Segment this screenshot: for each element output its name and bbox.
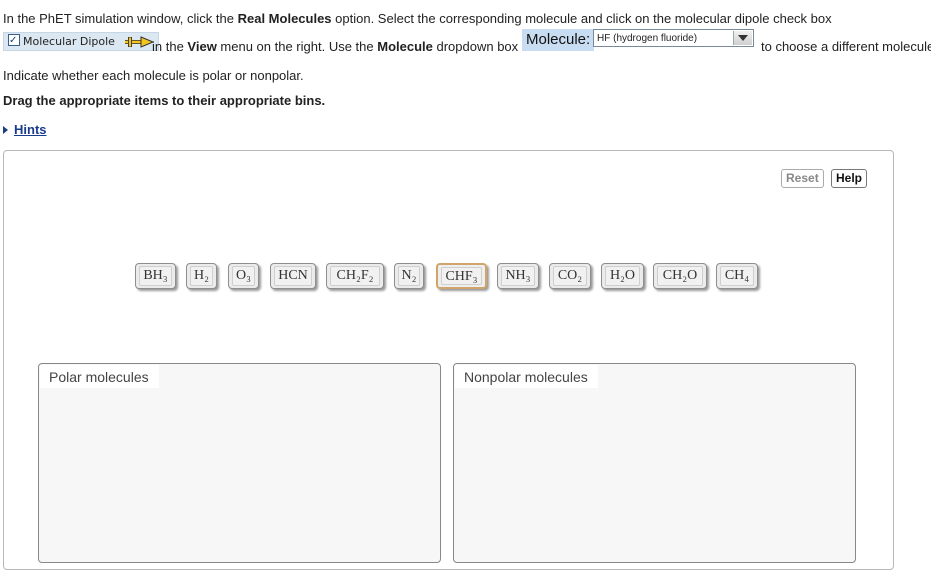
expand-triangle-icon bbox=[3, 126, 8, 134]
indicate-instruction: Indicate whether each molecule is polar … bbox=[3, 68, 304, 83]
help-button[interactable]: Help bbox=[831, 169, 868, 188]
tile-label: NH₃ bbox=[505, 268, 531, 283]
instruction-text: dropdown box bbox=[432, 39, 519, 54]
hints-link[interactable]: Hints bbox=[14, 122, 47, 137]
molecule-tile-ch4[interactable]: CH₄ bbox=[716, 263, 758, 289]
molecule-tile-h2[interactable]: H₂ bbox=[186, 263, 217, 289]
instruction-text: In the PhET simulation window, click the bbox=[3, 11, 238, 26]
tile-label: BH₃ bbox=[143, 268, 168, 283]
molecule-tile-h2o[interactable]: H₂O bbox=[601, 263, 644, 289]
instruction-line-1: In the PhET simulation window, click the… bbox=[3, 11, 832, 26]
real-molecules-emphasis: Real Molecules bbox=[237, 11, 332, 26]
nonpolar-molecules-bin[interactable]: Nonpolar molecules bbox=[453, 363, 856, 563]
polar-molecules-bin[interactable]: Polar molecules bbox=[38, 363, 441, 563]
tile-label: H₂ bbox=[194, 268, 209, 283]
hints-toggle[interactable]: Hints bbox=[3, 122, 47, 137]
molecule-tile-nh3[interactable]: NH₃ bbox=[497, 263, 539, 289]
molecular-dipole-label: Molecular Dipole bbox=[23, 35, 115, 48]
molecule-label-image: Molecule: bbox=[522, 29, 595, 51]
tile-label: O₃ bbox=[236, 268, 251, 283]
reset-button[interactable]: Reset bbox=[781, 169, 824, 188]
instruction-text: option. Select the corresponding molecul… bbox=[331, 11, 832, 26]
molecule-tile-ch2o[interactable]: CH₂O bbox=[653, 263, 707, 289]
molecular-dipole-checkbox-image: Molecular Dipole bbox=[3, 32, 160, 51]
tile-label: CH₂F₂ bbox=[336, 268, 374, 283]
bin-title: Nonpolar molecules bbox=[455, 365, 598, 388]
tile-label: H₂O bbox=[609, 268, 636, 283]
tile-label: CHF₃ bbox=[445, 269, 478, 284]
molecule-selected-value: HF (hydrogen fluoride) bbox=[597, 33, 698, 44]
dropdown-arrow-icon bbox=[733, 31, 752, 45]
molecule-tile-ch2f2[interactable]: CH₂F₂ bbox=[326, 263, 384, 289]
molecule-tile-o3[interactable]: O₃ bbox=[228, 263, 259, 289]
molecule-tile-hcn[interactable]: HCN bbox=[270, 263, 316, 289]
molecule-tile-co2[interactable]: CO₂ bbox=[549, 263, 591, 289]
molecule-tile-chf3[interactable]: CHF₃ bbox=[436, 263, 487, 289]
tile-label: CH₄ bbox=[724, 268, 750, 283]
checkbox-checked-icon bbox=[8, 32, 20, 49]
tile-label: CH₂O bbox=[662, 268, 698, 283]
molecule-dropdown-image: HF (hydrogen fluoride) bbox=[593, 29, 754, 47]
bin-title: Polar molecules bbox=[40, 365, 159, 388]
molecule-tile-bh3[interactable]: BH₃ bbox=[135, 263, 176, 289]
tile-label: N₂ bbox=[401, 268, 417, 283]
molecule-emphasis: Molecule bbox=[377, 39, 433, 54]
tile-label: CO₂ bbox=[557, 268, 583, 283]
instruction-line-2-end: to choose a different molecule bbox=[761, 39, 931, 54]
instruction-text: in the bbox=[152, 39, 188, 54]
view-menu-emphasis: View bbox=[187, 39, 217, 54]
instruction-text: menu on the right. Use the bbox=[216, 39, 378, 54]
instruction-line-2: in the View menu on the right. Use the M… bbox=[152, 39, 518, 54]
tile-label: HCN bbox=[278, 268, 308, 283]
molecule-tile-n2[interactable]: N₂ bbox=[394, 263, 424, 289]
drag-instruction: Drag the appropriate items to their appr… bbox=[3, 93, 326, 108]
dipole-arrow-icon bbox=[125, 36, 155, 48]
